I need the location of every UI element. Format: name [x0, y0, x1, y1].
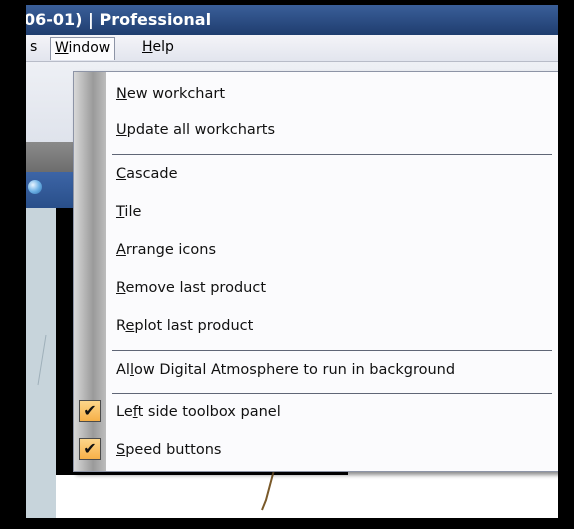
menu-item-left-side-toolbox-panel[interactable]: ✔ Left side toolbox panel — [74, 394, 558, 430]
menu-item-label: Replot last product — [116, 318, 254, 334]
menu-item-replot-last-product[interactable]: Replot last product — [74, 308, 558, 344]
menu-separator — [112, 350, 552, 351]
menu-item-cascade[interactable]: Cascade — [74, 156, 558, 192]
menu-item-label: Cascade — [116, 166, 178, 182]
checkmark-icon: ✔ — [79, 438, 101, 460]
window-menu-dropdown: New workchart Update all workcharts Casc… — [73, 71, 558, 472]
menu-item-label: Speed buttons — [116, 442, 222, 458]
menu-item-label: New workchart — [116, 86, 226, 102]
map-border-line — [261, 469, 275, 511]
app-window: 06-01) | Professional s Window Help New … — [26, 5, 558, 518]
menu-separator — [112, 154, 552, 155]
checkmark-icon: ✔ — [79, 400, 101, 422]
map-grid-line — [37, 334, 47, 386]
menu-item-label: Left side toolbox panel — [116, 404, 281, 420]
menu-item-arrange-icons[interactable]: Arrange icons — [74, 232, 558, 268]
menu-item-new-workchart[interactable]: New workchart — [74, 76, 558, 112]
menu-item-label: Tile — [116, 204, 142, 220]
menu-item-label: Arrange icons — [116, 242, 217, 258]
menu-item-label: Remove last product — [116, 280, 266, 296]
menu-item-allow-background[interactable]: Allow Digital Atmosphere to run in backg… — [74, 352, 558, 388]
menu-item-tile[interactable]: Tile — [74, 194, 558, 230]
menu-item-label: Allow Digital Atmosphere to run in backg… — [116, 362, 456, 378]
menu-item-speed-buttons[interactable]: ✔ Speed buttons — [74, 432, 558, 468]
menu-item-label: Update all workcharts — [116, 122, 276, 138]
menu-item-update-all-workcharts[interactable]: Update all workcharts — [74, 112, 558, 148]
menu-item-remove-last-product[interactable]: Remove last product — [74, 270, 558, 306]
